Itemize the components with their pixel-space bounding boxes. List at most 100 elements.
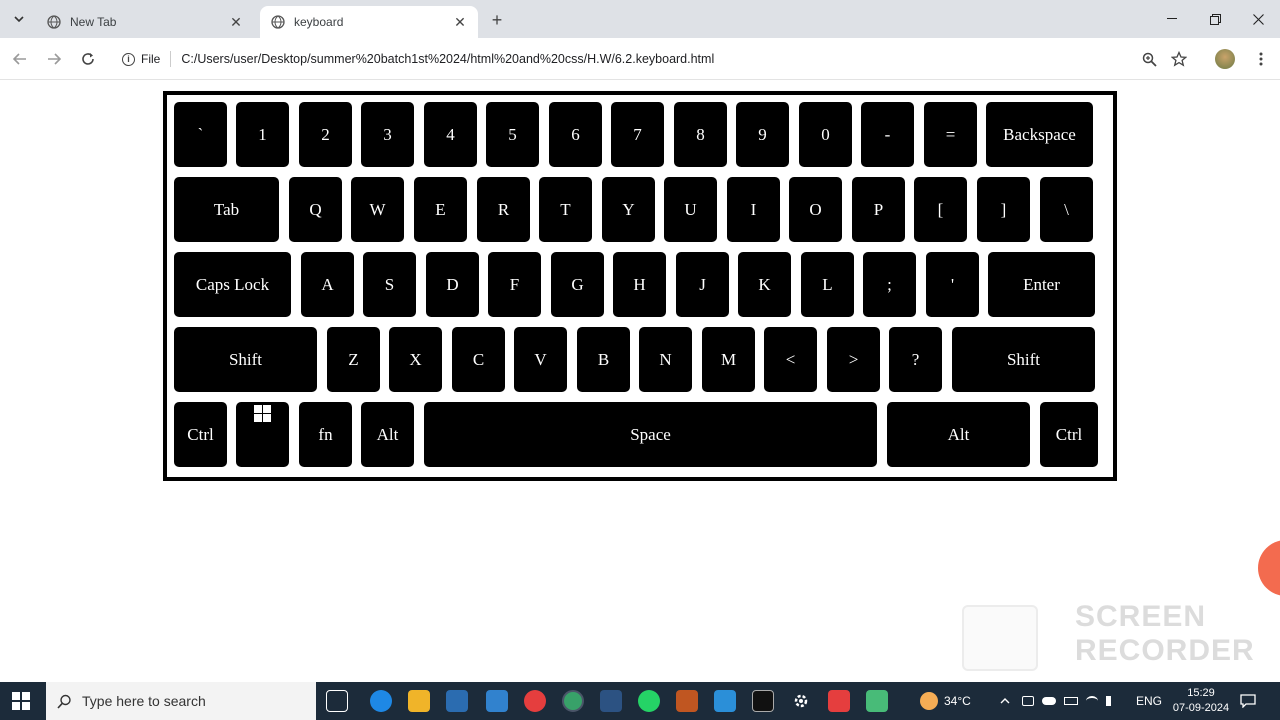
key-tab[interactable]: Tab <box>174 177 279 242</box>
edge-icon[interactable] <box>370 690 392 712</box>
minimize-icon[interactable] <box>1150 0 1194 38</box>
key-d[interactable]: D <box>426 252 479 317</box>
key-h[interactable]: H <box>613 252 666 317</box>
address-bar[interactable]: i File C:/Users/user/Desktop/summer%20ba… <box>112 42 1162 76</box>
restore-icon[interactable] <box>1193 0 1237 38</box>
key-0[interactable]: 0 <box>799 102 852 167</box>
recorder-app-icon[interactable] <box>828 690 850 712</box>
terminal-icon[interactable] <box>752 690 774 712</box>
key-left-bracket[interactable]: [ <box>914 177 967 242</box>
clock[interactable]: 15:29 07-09-2024 <box>1170 686 1232 716</box>
key-quote[interactable]: ' <box>926 252 979 317</box>
key-i[interactable]: I <box>727 177 780 242</box>
file-explorer-icon[interactable] <box>408 690 430 712</box>
language-indicator[interactable]: ENG <box>1136 682 1162 720</box>
mail-icon[interactable] <box>486 690 508 712</box>
key-left-shift[interactable]: Shift <box>174 327 317 392</box>
key-windows[interactable] <box>236 402 289 467</box>
key-right-bracket[interactable]: ] <box>977 177 1030 242</box>
key-right-ctrl[interactable]: Ctrl <box>1040 402 1098 467</box>
key-backslash[interactable]: \ <box>1040 177 1093 242</box>
key-e[interactable]: E <box>414 177 467 242</box>
vscode-icon[interactable] <box>714 690 736 712</box>
tab-keyboard[interactable]: keyboard ✕ <box>260 6 478 38</box>
notifications-icon[interactable] <box>1240 682 1256 720</box>
task-view-icon[interactable] <box>326 690 348 712</box>
tray-chevron-up-icon[interactable] <box>1000 682 1010 720</box>
spreadsheet-icon[interactable] <box>866 690 888 712</box>
key-caps-lock[interactable]: Caps Lock <box>174 252 291 317</box>
tab-new-tab[interactable]: New Tab ✕ <box>36 6 254 38</box>
key-f[interactable]: F <box>488 252 541 317</box>
key-r[interactable]: R <box>477 177 530 242</box>
key-p[interactable]: P <box>852 177 905 242</box>
tray-icons[interactable] <box>1022 682 1124 720</box>
close-icon[interactable]: ✕ <box>226 12 246 32</box>
key-2[interactable]: 2 <box>299 102 352 167</box>
close-icon[interactable]: ✕ <box>450 12 470 32</box>
start-windows-icon[interactable] <box>12 692 30 710</box>
key-q[interactable]: Q <box>289 177 342 242</box>
key-backtick[interactable]: ` <box>174 102 227 167</box>
store-icon[interactable] <box>446 690 468 712</box>
kebab-icon[interactable] <box>1250 48 1272 70</box>
key-right-alt[interactable]: Alt <box>887 402 1030 467</box>
zoom-icon[interactable] <box>1138 48 1160 70</box>
key-t[interactable]: T <box>539 177 592 242</box>
key-left-alt[interactable]: Alt <box>361 402 414 467</box>
tab-list-chevron-down-icon[interactable] <box>8 8 30 30</box>
key-w[interactable]: W <box>351 177 404 242</box>
key-3[interactable]: 3 <box>361 102 414 167</box>
key-j[interactable]: J <box>676 252 729 317</box>
taskbar-search[interactable]: Type here to search <box>46 682 316 720</box>
key-minus[interactable]: - <box>861 102 914 167</box>
key-g[interactable]: G <box>551 252 604 317</box>
key-v[interactable]: V <box>514 327 567 392</box>
weather-widget[interactable]: 34°C <box>920 682 971 720</box>
key-m[interactable]: M <box>702 327 755 392</box>
key-l[interactable]: L <box>801 252 854 317</box>
key-6[interactable]: 6 <box>549 102 602 167</box>
chrome-icon[interactable] <box>562 690 584 712</box>
key-space[interactable]: Space <box>424 402 877 467</box>
key-y[interactable]: Y <box>602 177 655 242</box>
opera-icon[interactable] <box>524 690 546 712</box>
key-semicolon[interactable]: ; <box>863 252 916 317</box>
close-window-icon[interactable] <box>1236 0 1280 38</box>
new-tab-plus-icon[interactable]: + <box>486 9 508 31</box>
key-b[interactable]: B <box>577 327 630 392</box>
key-9[interactable]: 9 <box>736 102 789 167</box>
key-8[interactable]: 8 <box>674 102 727 167</box>
key-equals[interactable]: = <box>924 102 977 167</box>
key-fn[interactable]: fn <box>299 402 352 467</box>
key-k[interactable]: K <box>738 252 791 317</box>
key-right-shift[interactable]: Shift <box>952 327 1095 392</box>
profile-avatar[interactable] <box>1215 49 1235 69</box>
record-button[interactable] <box>1258 540 1280 596</box>
key-a[interactable]: A <box>301 252 354 317</box>
key-x[interactable]: X <box>389 327 442 392</box>
key-7[interactable]: 7 <box>611 102 664 167</box>
back-arrow-icon[interactable] <box>9 48 31 70</box>
key-greater-than[interactable]: > <box>827 327 880 392</box>
key-enter[interactable]: Enter <box>988 252 1095 317</box>
key-z[interactable]: Z <box>327 327 380 392</box>
reload-icon[interactable] <box>77 48 99 70</box>
forward-arrow-icon[interactable] <box>43 48 65 70</box>
key-backspace[interactable]: Backspace <box>986 102 1093 167</box>
whatsapp-icon[interactable] <box>638 690 660 712</box>
app-icon[interactable] <box>600 690 622 712</box>
key-5[interactable]: 5 <box>486 102 539 167</box>
archive-icon[interactable] <box>676 690 698 712</box>
key-1[interactable]: 1 <box>236 102 289 167</box>
key-4[interactable]: 4 <box>424 102 477 167</box>
key-n[interactable]: N <box>639 327 692 392</box>
site-info[interactable]: i File <box>122 52 160 66</box>
gear-icon[interactable] <box>790 690 812 712</box>
key-s[interactable]: S <box>363 252 416 317</box>
url-text[interactable]: C:/Users/user/Desktop/summer%20batch1st%… <box>181 52 714 66</box>
key-left-ctrl[interactable]: Ctrl <box>174 402 227 467</box>
key-less-than[interactable]: < <box>764 327 817 392</box>
key-c[interactable]: C <box>452 327 505 392</box>
key-u[interactable]: U <box>664 177 717 242</box>
